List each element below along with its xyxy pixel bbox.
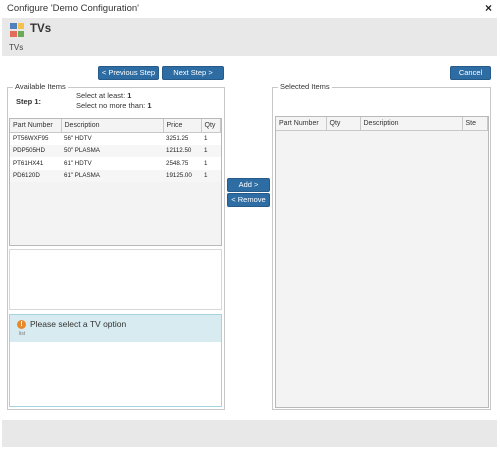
available-items-header-row: Part Number Description Price Qty — [10, 119, 221, 133]
column-header-description[interactable]: Description — [61, 119, 164, 133]
cell-description: 50" PLASMA — [61, 144, 163, 157]
dialog-footer — [2, 420, 497, 447]
next-step-button[interactable]: Next Step > — [162, 66, 224, 80]
cell-part-number: PT56WXF95 — [13, 135, 49, 142]
message-panel: ! Please select a TV option list — [9, 314, 222, 407]
column-header-description[interactable]: Description — [360, 117, 463, 131]
selected-items-legend: Selected Items — [278, 82, 332, 91]
cell-qty: 1 — [204, 135, 208, 142]
close-icon[interactable]: × — [485, 1, 492, 15]
cell-part-number: PD6120D — [10, 169, 61, 182]
column-header-qty[interactable]: Qty — [201, 119, 221, 133]
column-header-qty[interactable]: Qty — [326, 117, 361, 131]
min-select-value: 1 — [127, 91, 132, 100]
cell-price: 12112.50 — [163, 144, 201, 157]
table-row[interactable]: PD6120D 61" PLASMA 19125.00 1 — [10, 169, 221, 182]
cell-price: 2548.75 — [166, 159, 189, 167]
column-header-part-number[interactable]: Part Number — [10, 119, 62, 133]
previous-step-button[interactable]: < Previous Step — [98, 66, 159, 80]
max-select-text: Select no more than: 1 — [76, 101, 151, 110]
cell-qty: 1 — [201, 169, 221, 182]
remove-button[interactable]: < Remove — [227, 193, 270, 207]
item-detail-area — [9, 249, 222, 310]
cell-description: 61" HDTV — [64, 159, 92, 167]
column-header-step[interactable]: Ste — [462, 117, 488, 131]
available-items-table: Part Number Description Price Qty PT56WX… — [10, 119, 221, 182]
page-subtitle: TVs — [9, 43, 24, 52]
message-text: Please select a TV option — [30, 319, 127, 329]
add-button[interactable]: Add > — [227, 178, 270, 192]
warning-icon: ! — [17, 320, 26, 329]
min-select-text: Select at least: 1 — [76, 91, 131, 100]
step-header: TVs TVs — [2, 18, 497, 56]
cell-qty: 1 — [201, 144, 221, 157]
selected-items-header-row: Part Number Qty Description Ste — [276, 117, 488, 131]
table-row[interactable]: PT56WXF95 56" HDTV 3251.25 1 — [10, 132, 221, 145]
available-items-grid[interactable]: Part Number Description Price Qty PT56WX… — [9, 118, 222, 246]
column-header-price[interactable]: Price — [163, 119, 202, 133]
selected-items-table: Part Number Qty Description Ste — [276, 117, 488, 131]
window-titlebar: Configure 'Demo Configuration' × — [0, 0, 500, 18]
message-sub-label: list — [19, 331, 26, 337]
cell-qty: 1 — [204, 159, 208, 167]
step-label: Step 1: — [16, 97, 42, 106]
tv-config-icon — [10, 23, 24, 37]
selected-items-grid[interactable]: Part Number Qty Description Ste — [275, 116, 489, 408]
cell-part-number: PT61HX41 — [13, 159, 44, 167]
max-select-label: Select no more than: — [76, 101, 146, 110]
page-title: TVs — [30, 23, 52, 35]
cell-price: 19125.00 — [163, 169, 201, 182]
cell-description: 61" PLASMA — [61, 169, 163, 182]
message-header: ! Please select a TV option list — [10, 315, 221, 342]
table-row[interactable]: PT61HX41 61" HDTV 2548.75 1 — [10, 157, 221, 170]
column-header-part-number[interactable]: Part Number — [276, 117, 327, 131]
table-row[interactable]: PDP505HD 50" PLASMA 12112.50 1 — [10, 144, 221, 157]
window-title: Configure 'Demo Configuration' — [7, 3, 139, 14]
cell-price: 3251.25 — [166, 135, 189, 142]
cell-description: 56" HDTV — [64, 135, 92, 142]
available-items-legend: Available Items — [13, 82, 68, 91]
min-select-label: Select at least: — [76, 91, 126, 100]
cancel-button[interactable]: Cancel — [450, 66, 491, 80]
cell-part-number: PDP505HD — [10, 144, 61, 157]
max-select-value: 1 — [147, 101, 152, 110]
